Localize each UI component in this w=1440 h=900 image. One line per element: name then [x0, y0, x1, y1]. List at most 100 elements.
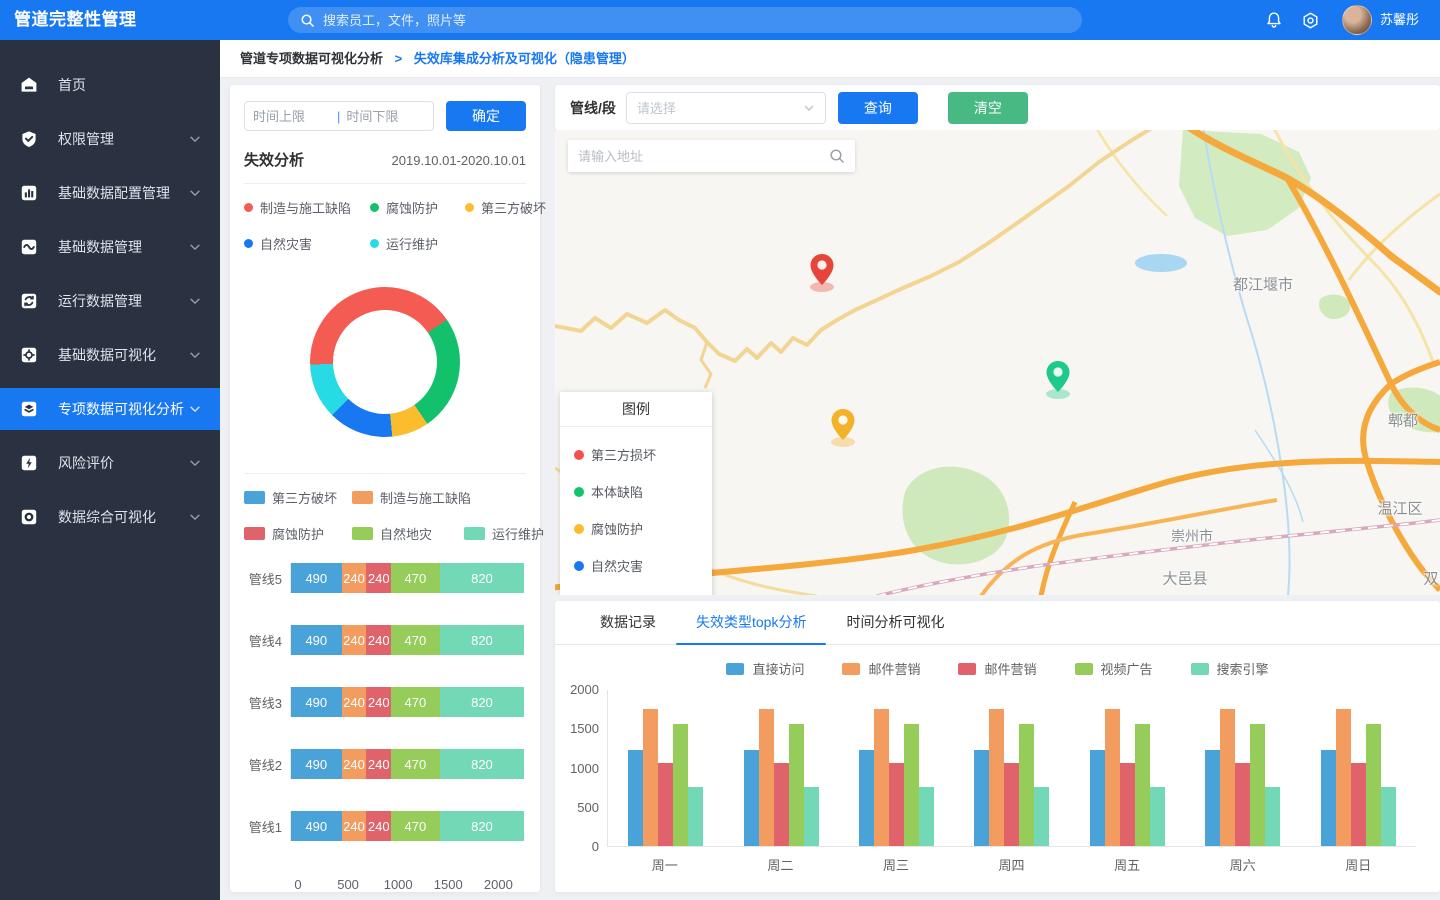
x-tick: 0	[294, 877, 301, 892]
bar-segment: 240	[366, 563, 391, 593]
date-range-picker[interactable]: |	[244, 101, 434, 131]
map-canvas[interactable]: 都江堰市郫都温江区崇州市大邑县双 图例 第三方损坏本体缺陷腐蚀防护自然灾害运行维…	[555, 130, 1440, 595]
pipeline-select[interactable]: 请选择	[626, 92, 826, 124]
global-search[interactable]	[288, 7, 1082, 33]
bar	[1220, 709, 1235, 846]
bar-segment: 490	[291, 625, 342, 655]
sidebar-menu: 首页权限管理基础数据配置管理基础数据管理运行数据管理基础数据可视化专项数据可视化…	[0, 40, 220, 538]
date-from-input[interactable]	[253, 109, 331, 124]
breadcrumb-bar: 管道专项数据可视化分析 > 失效库集成分析及可视化（隐患管理）	[220, 40, 1440, 78]
sidebar-item-1[interactable]: 权限管理	[0, 118, 220, 160]
map-place-label: 郫都	[1388, 410, 1418, 431]
bar	[628, 750, 643, 846]
bar-group	[839, 690, 954, 846]
tab-2[interactable]: 时间分析可视化	[826, 601, 964, 644]
bar-segment: 820	[440, 749, 525, 779]
legend-item[interactable]: 运行维护	[370, 234, 465, 253]
legend-item[interactable]: 自然灾害	[244, 234, 370, 253]
legend-item[interactable]: 腐蚀防护	[244, 524, 352, 543]
confirm-button[interactable]: 确定	[446, 101, 526, 131]
chevron-down-icon	[188, 294, 202, 308]
breadcrumb-parent[interactable]: 管道专项数据可视化分析	[240, 51, 383, 66]
clear-button[interactable]: 清空	[948, 92, 1028, 124]
legend-swatch	[352, 491, 373, 504]
sidebar-item-3[interactable]: 基础数据管理	[0, 226, 220, 268]
sidebar-item-5[interactable]: 基础数据可视化	[0, 334, 220, 376]
page: 管道完整性管理 苏馨彤 首页权限管理基础数据配置管理基础数据管理运行数据管理基础…	[0, 0, 1440, 900]
bar-segment: 820	[440, 625, 525, 655]
chevron-down-icon	[188, 456, 202, 470]
legend-item[interactable]: 第三方破坏	[244, 488, 352, 507]
map-marker-pin[interactable]	[828, 407, 858, 447]
bolt-icon	[20, 454, 38, 472]
tab-1[interactable]: 失效类型topk分析	[676, 601, 826, 644]
bar	[1090, 750, 1105, 846]
avatar[interactable]	[1342, 5, 1372, 35]
bar	[1351, 763, 1366, 846]
y-tick: 2000	[561, 682, 599, 697]
legend-label: 邮件营销	[868, 659, 920, 678]
map-marker-pin[interactable]	[1043, 359, 1073, 399]
date-to-input[interactable]	[346, 109, 424, 124]
y-tick: 1500	[561, 721, 599, 736]
legend-item[interactable]: 腐蚀防护	[370, 198, 465, 217]
sidebar-item-0[interactable]: 首页	[0, 64, 220, 106]
bar	[1150, 787, 1165, 846]
map-address-search[interactable]	[568, 140, 855, 172]
disc-icon	[20, 508, 38, 526]
legend-item[interactable]: 邮件营销	[958, 659, 1036, 678]
legend-item[interactable]: 视频广告	[1075, 659, 1153, 678]
bar-segment: 820	[440, 811, 525, 841]
bar	[1336, 709, 1351, 846]
legend-item[interactable]: 自然地灾	[352, 524, 464, 543]
legend-swatch	[352, 527, 373, 540]
sidebar-item-8[interactable]: 数据综合可视化	[0, 496, 220, 538]
stacked-bar: 490240240470820	[290, 749, 526, 779]
bar-segment: 490	[291, 563, 342, 593]
user-name: 苏馨彤	[1380, 0, 1419, 40]
query-button[interactable]: 查询	[838, 92, 918, 124]
bar-segment: 470	[391, 625, 440, 655]
search-input[interactable]	[323, 13, 1070, 28]
stacked-bar: 490240240470820	[290, 811, 526, 841]
map-marker-pin[interactable]	[807, 252, 837, 292]
notifications-bell-icon[interactable]	[1262, 8, 1286, 32]
legend-swatch	[958, 663, 976, 675]
sidebar-item-label: 数据综合可视化	[58, 507, 188, 527]
bar	[1120, 763, 1135, 846]
bar-segment: 470	[391, 687, 440, 717]
bar-chart-icon	[20, 184, 38, 202]
settings-gear-icon[interactable]	[1298, 8, 1322, 32]
y-tick: 1000	[561, 761, 599, 776]
legend-item[interactable]: 邮件营销	[842, 659, 920, 678]
legend-label: 运行维护	[386, 234, 438, 253]
pipeline-stacked-chart: 管线5490240240470820管线4490240240470820管线34…	[244, 563, 526, 895]
legend-item[interactable]: 制造与施工缺陷	[352, 488, 544, 507]
bar	[688, 787, 703, 846]
sidebar-item-4[interactable]: 运行数据管理	[0, 280, 220, 322]
tab-0[interactable]: 数据记录	[580, 601, 676, 644]
shield-icon	[20, 130, 38, 148]
sidebar-item-7[interactable]: 风险评价	[0, 442, 220, 484]
category-label: 管线5	[244, 569, 290, 588]
stacked-bar-row: 管线1490240240470820	[244, 811, 526, 841]
legend-item[interactable]: 制造与施工缺陷	[244, 198, 370, 217]
legend-item[interactable]: 第三方破坏	[465, 198, 546, 217]
sidebar-item-6[interactable]: 专项数据可视化分析	[0, 388, 220, 430]
legend-item[interactable]: 搜索引擎	[1191, 659, 1269, 678]
bar-group	[1301, 690, 1416, 846]
chevron-down-icon	[188, 510, 202, 524]
search-icon	[300, 13, 315, 28]
bar	[643, 709, 658, 846]
sidebar-item-2[interactable]: 基础数据配置管理	[0, 172, 220, 214]
x-tick: 1500	[434, 877, 463, 892]
legend-label: 腐蚀防护	[272, 524, 324, 543]
legend-swatch	[1075, 663, 1093, 675]
layers-icon	[20, 400, 38, 418]
legend-swatch	[370, 203, 379, 212]
address-input[interactable]	[578, 149, 829, 164]
legend-item[interactable]: 直接访问	[726, 659, 804, 678]
breadcrumb: 管道专项数据可视化分析 > 失效库集成分析及可视化（隐患管理）	[240, 40, 635, 78]
donut-legend: 制造与施工缺陷腐蚀防护第三方破坏自然灾害运行维护	[244, 198, 526, 253]
legend-item[interactable]: 运行维护	[464, 524, 544, 543]
